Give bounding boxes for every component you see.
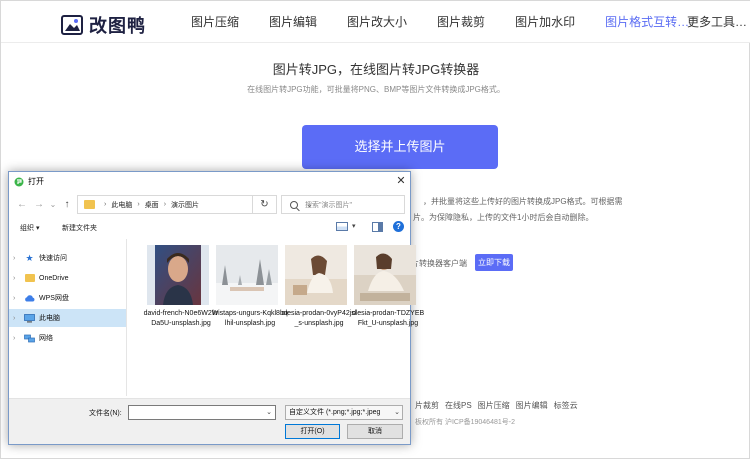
tree-item-label: OneDrive: [39, 274, 69, 282]
nav-image-resize[interactable]: 图片改大小: [347, 1, 407, 43]
site-header: 改图鸭 图片压缩 图片编辑 图片改大小 图片裁剪 图片加水印 图片格式互转… 更…: [1, 1, 750, 43]
chevron-right-icon[interactable]: ›: [13, 275, 19, 282]
file-name: olesia-prodan-0vyP42jsl_s-unsplash.jpg: [281, 310, 357, 327]
image-thumbnail: [354, 245, 416, 305]
navigation-pane: › ★ 快速访问 › OneDrive › WPS网盘 › 此电脑 › 网络: [9, 239, 127, 396]
folder-icon: [84, 200, 95, 209]
refresh-icon[interactable]: ↻: [253, 195, 277, 214]
tree-item-label: WPS网盘: [39, 295, 69, 302]
nav-image-crop[interactable]: 图片裁剪: [437, 1, 485, 43]
chevron-right-icon[interactable]: ›: [13, 315, 19, 322]
breadcrumb-item[interactable]: 演示图片: [171, 200, 199, 210]
nav-format-convert[interactable]: 图片格式互转…: [605, 1, 689, 43]
footer-link[interactable]: 标签云: [554, 400, 578, 411]
chevron-right-icon[interactable]: ›: [13, 335, 19, 342]
breadcrumb-separator: ›: [104, 201, 107, 208]
breadcrumb-separator: ›: [137, 201, 140, 208]
new-folder-button[interactable]: 新建文件夹: [62, 223, 97, 233]
filename-field[interactable]: ⌄: [128, 405, 276, 420]
back-arrow-icon[interactable]: ←: [16, 198, 28, 212]
image-thumbnail: [147, 245, 209, 305]
chevron-down-icon: ⌄: [392, 406, 400, 419]
tree-item-label: 网络: [39, 335, 53, 342]
logo-text: 改图鸭: [89, 16, 146, 36]
view-chevron-icon[interactable]: ▾: [352, 222, 356, 230]
chevron-right-icon[interactable]: ›: [13, 255, 19, 262]
tree-item-network[interactable]: › 网络: [9, 329, 126, 347]
breadcrumb-item[interactable]: 此电脑: [111, 200, 132, 210]
dialog-body: › ★ 快速访问 › OneDrive › WPS网盘 › 此电脑 › 网络 d…: [9, 239, 424, 396]
file-item[interactable]: olesia-prodan-0vyP42jsl_s-unsplash.jpg: [282, 245, 356, 355]
file-name: olesia-prodan-TDZYEBFkt_U-unsplash.jpg: [351, 310, 425, 327]
nav-image-compress[interactable]: 图片压缩: [191, 1, 239, 43]
page-title: 图片转JPG，在线图片转JPG转换器: [272, 62, 480, 77]
tree-item-wps-drive[interactable]: › WPS网盘: [9, 289, 126, 307]
upload-button[interactable]: 选择并上传图片: [302, 125, 498, 169]
description-line: ，并批量将这些上传好的图片转换成JPG格式。可根据需: [423, 197, 623, 206]
breadcrumb[interactable]: › 此电脑 › 桌面 › 演示图片 ⌄: [77, 195, 313, 214]
filter-value: 自定义文件 (*.png;*.jpg;*.jpeg: [289, 409, 381, 416]
preview-pane-icon[interactable]: [372, 222, 383, 232]
tree-item-label: 此电脑: [39, 315, 60, 322]
tree-item-onedrive[interactable]: › OneDrive: [9, 269, 126, 287]
tree-item-quick-access[interactable]: › ★ 快速访问: [9, 249, 126, 267]
forward-arrow-icon[interactable]: →: [33, 198, 45, 212]
file-name: david-french-N0e6W2WDa5U-unsplash.jpg: [143, 310, 219, 327]
download-button[interactable]: 立即下载: [475, 254, 513, 271]
search-icon: [290, 200, 298, 209]
nav-more-tools[interactable]: 更多工具…: [687, 1, 747, 43]
logo-icon: [61, 15, 83, 35]
file-list: david-french-N0e6W2WDa5U-unsplash.jpg kr…: [127, 239, 424, 396]
tree-item-this-pc[interactable]: › 此电脑: [9, 309, 126, 327]
description-line: 片。为保障隐私，上传的文件1小时后会自动删除。: [413, 213, 594, 222]
dialog-toolbar: 组织 ▾ 新建文件夹 ▾ ?: [9, 219, 410, 237]
footer-link[interactable]: 片裁剪: [415, 400, 439, 411]
dialog-titlebar[interactable]: 打开 ✕: [9, 172, 410, 192]
organize-menu[interactable]: 组织 ▾: [20, 223, 39, 233]
footer-link[interactable]: 图片编辑: [516, 400, 548, 411]
help-icon[interactable]: ?: [393, 221, 404, 232]
chevron-right-icon[interactable]: ›: [13, 295, 19, 302]
close-icon[interactable]: ✕: [394, 173, 408, 189]
image-thumbnail: [216, 245, 278, 305]
search-input[interactable]: 搜索"演示图片": [281, 195, 405, 214]
file-item[interactable]: olesia-prodan-TDZYEBFkt_U-unsplash.jpg: [352, 245, 424, 355]
footer-link[interactable]: 在线PS: [445, 400, 472, 411]
folder-icon: [24, 273, 35, 283]
dialog-title: 打开: [28, 177, 44, 186]
open-button[interactable]: 打开(O): [285, 424, 340, 439]
breadcrumb-separator: ›: [163, 201, 167, 208]
cloud-icon: [24, 293, 35, 303]
site-logo[interactable]: 改图鸭: [61, 12, 146, 38]
up-arrow-icon[interactable]: ↑: [61, 198, 73, 212]
file-item[interactable]: kristaps-ungurs-Kqkl8bqlhil-unsplash.jpg: [212, 245, 288, 355]
network-icon: [24, 333, 35, 343]
dialog-footer: 文件名(N): ⌄ 自定义文件 (*.png;*.jpg;*.jpeg ⌄ 打开…: [9, 398, 410, 444]
main-nav: 图片压缩 图片编辑 图片改大小 图片裁剪 图片加水印 图片格式互转…: [191, 1, 719, 43]
footer-links: 片裁剪 在线PS 图片压缩 图片编辑 标签云: [415, 400, 578, 411]
recent-locations-chevron-icon[interactable]: ⌄: [47, 198, 59, 212]
footer-link[interactable]: 图片压缩: [478, 400, 510, 411]
view-mode-icon[interactable]: [336, 222, 348, 231]
page-subtitle: 在线图片转JPG功能，可批量将PNG、BMP等图片文件转换成JPG格式。: [247, 85, 505, 94]
file-type-filter[interactable]: 自定义文件 (*.png;*.jpg;*.jpeg ⌄: [285, 405, 403, 420]
app-icon: [14, 177, 24, 187]
footer-copyright: 板权所有 沪ICP备19046481号-2: [415, 419, 515, 426]
star-icon: ★: [25, 252, 34, 263]
filename-label: 文件名(N):: [89, 410, 122, 417]
tree-item-label: 快速访问: [39, 255, 67, 262]
address-bar-row: ← → ⌄ ↑ › 此电脑 › 桌面 › 演示图片 ⌄ ↻ 搜索"演示图片": [9, 194, 410, 216]
computer-icon: [24, 313, 35, 323]
cancel-button[interactable]: 取消: [347, 424, 403, 439]
image-thumbnail: [285, 245, 347, 305]
open-file-dialog: 打开 ✕ ← → ⌄ ↑ › 此电脑 › 桌面 › 演示图片 ⌄ ↻ 搜索"演示…: [8, 171, 424, 445]
nav-image-watermark[interactable]: 图片加水印: [515, 1, 575, 43]
file-name: kristaps-ungurs-Kqkl8bqlhil-unsplash.jpg: [212, 310, 288, 327]
nav-image-edit[interactable]: 图片编辑: [269, 1, 317, 43]
search-placeholder: 搜索"演示图片": [305, 201, 352, 209]
chevron-down-icon[interactable]: ⌄: [266, 408, 272, 416]
file-item[interactable]: david-french-N0e6W2WDa5U-unsplash.jpg: [144, 245, 218, 355]
breadcrumb-item[interactable]: 桌面: [145, 200, 159, 210]
